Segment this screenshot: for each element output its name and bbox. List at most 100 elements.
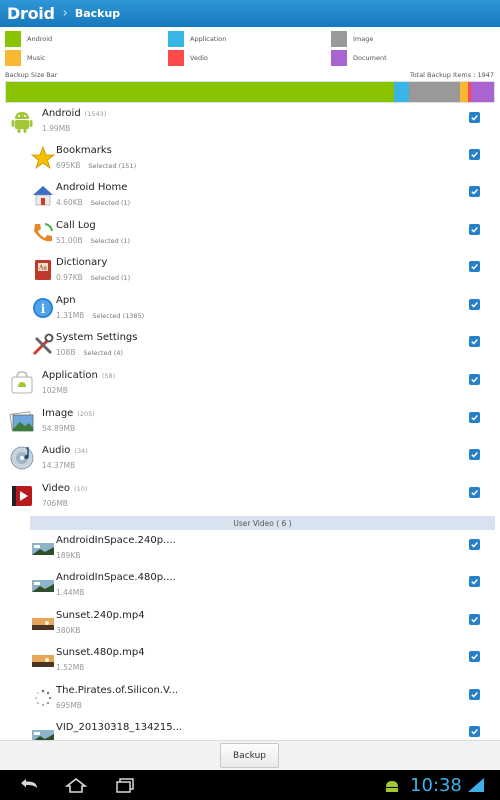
- app-screen: Droid › Backup Android Application Image…: [0, 0, 500, 800]
- row-checkbox[interactable]: [469, 576, 480, 587]
- row-size: 54.89MB: [42, 424, 76, 433]
- svg-text:i: i: [41, 302, 46, 316]
- row-size: 380KB: [56, 626, 81, 635]
- backup-row[interactable]: AndroidInSpace.240p.... 189KB: [0, 531, 500, 568]
- row-size: 51.00B: [56, 236, 83, 245]
- row-name: The.Pirates.of.Silicon.V...: [56, 685, 178, 696]
- bar-segment-application: [393, 82, 409, 102]
- android-notification-icon[interactable]: [380, 776, 404, 794]
- row-name-text: Call Log: [56, 220, 96, 231]
- home-icon: [30, 182, 56, 208]
- row-name: Apn: [56, 295, 76, 306]
- backup-row[interactable]: Android Home 4.60KB Selected (1): [0, 178, 500, 215]
- legend-item-image: Image: [331, 31, 373, 47]
- backup-row[interactable]: AndroidInSpace.480p.... 1.44MB: [0, 568, 500, 605]
- row-name-text: Bookmarks: [56, 145, 112, 156]
- row-checkbox[interactable]: [469, 186, 480, 197]
- phone-call-icon: [30, 220, 56, 246]
- row-selected-count: Selected (1): [90, 237, 131, 245]
- audio-disc-icon: [9, 445, 35, 471]
- row-size: 108B: [56, 348, 76, 357]
- title-bar: Droid › Backup: [0, 0, 500, 27]
- backup-size-bar-label: Backup Size Bar: [5, 71, 58, 79]
- row-count: (205): [77, 410, 95, 418]
- app-bag-icon: [9, 370, 35, 396]
- backup-row[interactable]: The.Pirates.of.Silicon.V... 695MB: [0, 681, 500, 718]
- backup-row[interactable]: Android (1543) 1.99MB: [0, 104, 500, 141]
- back-icon[interactable]: [15, 776, 43, 794]
- backup-button[interactable]: Backup: [220, 743, 279, 768]
- row-checkbox[interactable]: [469, 539, 480, 550]
- backup-size-bar: [5, 81, 495, 103]
- row-size: 102MB: [42, 386, 68, 395]
- row-size: 706MB: [42, 499, 68, 508]
- legend-swatch: [168, 50, 184, 66]
- user-video-subheader: User Video ( 6 ): [30, 516, 495, 530]
- bar-segment-music: [459, 82, 469, 102]
- row-name-text: AndroidInSpace.480p....: [56, 572, 176, 583]
- row-checkbox[interactable]: [469, 261, 480, 272]
- row-selected-count: Selected (4): [83, 349, 123, 357]
- action-bar: Backup: [0, 740, 500, 770]
- row-checkbox[interactable]: [469, 336, 480, 347]
- backup-row[interactable]: Video (10) 706MB: [0, 479, 500, 516]
- backup-row[interactable]: Image (205) 54.89MB: [0, 404, 500, 441]
- sunset-thumb-icon: [30, 647, 56, 673]
- row-checkbox[interactable]: [469, 374, 480, 385]
- backup-row[interactable]: Aa Dictionary 0.97KB Selected (1): [0, 253, 500, 290]
- row-meta: 108B Selected (4): [56, 348, 123, 357]
- recent-apps-icon[interactable]: [111, 776, 139, 794]
- row-size: 1.52MB: [56, 663, 85, 672]
- row-name-text: AndroidInSpace.240p....: [56, 535, 176, 546]
- row-size: 4.60KB: [56, 198, 83, 207]
- row-name-text: Audio: [42, 445, 71, 456]
- chevron-right-icon: ›: [62, 6, 68, 21]
- row-name: VID_20130318_134215...: [56, 722, 182, 733]
- row-name: Call Log: [56, 220, 96, 231]
- row-checkbox[interactable]: [469, 224, 480, 235]
- legend-label: Document: [353, 54, 387, 62]
- backup-row[interactable]: Bookmarks 695KB Selected (151): [0, 141, 500, 178]
- row-meta: 14.37MB: [42, 461, 75, 470]
- row-checkbox[interactable]: [469, 412, 480, 423]
- row-checkbox[interactable]: [469, 112, 480, 123]
- legend-item-document: Document: [331, 50, 387, 66]
- legend-swatch: [5, 31, 21, 47]
- row-name-text: Application: [42, 370, 98, 381]
- row-name-text: Video: [42, 483, 71, 494]
- row-selected-count: Selected (1385): [92, 312, 145, 320]
- row-checkbox[interactable]: [469, 689, 480, 700]
- legend-label: Music: [27, 54, 46, 62]
- legend-item-application: Application: [168, 31, 226, 47]
- row-meta: 1.99MB: [42, 124, 70, 133]
- bar-segment-image: [408, 82, 460, 102]
- video-play-icon: [9, 483, 35, 509]
- backup-row[interactable]: Audio (34) 14.37MB: [0, 441, 500, 478]
- backup-row[interactable]: i Apn 1.31MB Selected (1385): [0, 291, 500, 328]
- app-logo[interactable]: Droid: [7, 4, 55, 23]
- legend-swatch: [168, 31, 184, 47]
- row-name-text: Image: [42, 408, 74, 419]
- backup-row[interactable]: Application (58) 102MB: [0, 366, 500, 403]
- row-name: Dictionary: [56, 257, 107, 268]
- row-checkbox[interactable]: [469, 149, 480, 160]
- backup-row[interactable]: Call Log 51.00B Selected (1): [0, 216, 500, 253]
- row-size: 0.97KB: [56, 273, 83, 282]
- sunset-thumb-icon: [30, 610, 56, 636]
- backup-row[interactable]: Sunset.480p.mp4 1.52MB: [0, 643, 500, 680]
- row-checkbox[interactable]: [469, 299, 480, 310]
- row-name: Bookmarks: [56, 145, 112, 156]
- home-nav-icon[interactable]: [62, 776, 90, 794]
- legend: Android Application Image Music Vedio Do…: [0, 27, 500, 69]
- row-name-text: Android: [42, 108, 81, 119]
- row-name: Sunset.480p.mp4: [56, 647, 145, 658]
- row-name: Sunset.240p.mp4: [56, 610, 145, 621]
- backup-row[interactable]: Sunset.240p.mp4 380KB: [0, 606, 500, 643]
- row-checkbox[interactable]: [469, 651, 480, 662]
- row-checkbox[interactable]: [469, 614, 480, 625]
- row-checkbox[interactable]: [469, 726, 480, 737]
- row-meta: 51.00B Selected (1): [56, 236, 130, 245]
- row-checkbox[interactable]: [469, 449, 480, 460]
- backup-row[interactable]: System Settings 108B Selected (4): [0, 328, 500, 365]
- row-checkbox[interactable]: [469, 487, 480, 498]
